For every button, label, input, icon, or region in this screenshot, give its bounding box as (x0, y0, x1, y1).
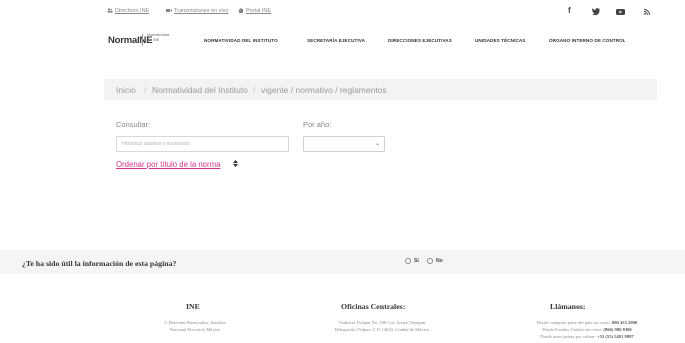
consultar-label: Consultar: (116, 120, 151, 129)
main-nav: NormaINE Normatividad del INE NORMATIVID… (0, 28, 685, 54)
footer-phone-line: Desde cualquier parte del país sin costo… (517, 319, 657, 326)
directorio-ine-link[interactable]: Directorio INE (107, 8, 149, 14)
nav-organo-interno-control[interactable]: ÓRGANO INTERNO DE CONTROL (549, 38, 626, 43)
footer-oficinas-title: Oficinas Centrales: (341, 302, 406, 311)
breadcrumb-inicio[interactable]: Inicio (116, 85, 136, 95)
nav-direcciones-ejecutivas[interactable]: DIRECCIONES EJECUTIVAS (388, 38, 452, 43)
search-input[interactable] (116, 136, 289, 152)
feedback-yes-label[interactable]: Sí (414, 258, 419, 264)
footer-phone-text: Desde Estados Unidos sin costo: (542, 327, 604, 332)
chevron-down-icon: ⌄ (374, 141, 380, 147)
sort-icon[interactable] (233, 160, 238, 169)
portal-ine-link[interactable]: Portal INE (238, 8, 271, 14)
footer-phone-number[interactable]: 800 433 2000 (612, 320, 637, 325)
footer-llamanos-title: Llámanos: (550, 302, 586, 311)
feedback-no-radio[interactable] (427, 258, 433, 264)
rss-icon[interactable] (643, 8, 650, 17)
utility-bar: Directorio INE Transmisiones en vivo Por… (0, 0, 685, 22)
home-icon (238, 8, 244, 13)
transmisiones-label: Transmisiones en vivo (174, 8, 229, 14)
feedback-no-label[interactable]: No (436, 258, 443, 264)
facebook-icon[interactable]: f (568, 6, 571, 15)
twitter-icon[interactable] (592, 8, 600, 17)
feedback-yes-radio[interactable] (405, 258, 411, 264)
breadcrumb-current: vigente / normativo / reglamentos (261, 85, 387, 95)
nav-unidades-tecnicas[interactable]: UNIDADES TÉCNICAS (475, 38, 525, 43)
breadcrumb-normatividad-instituto[interactable]: Normatividad del Instituto (152, 85, 248, 95)
footer-ine-line: Nacional Electoral, México (169, 327, 221, 332)
footer-phone-line: Desde Estados Unidos sin costo: (866) 98… (517, 326, 657, 333)
video-icon (166, 8, 172, 13)
youtube-icon[interactable] (616, 8, 625, 17)
breadcrumb-separator: / (253, 85, 256, 95)
transmisiones-link[interactable]: Transmisiones en vivo (166, 8, 229, 14)
logo-divider (142, 34, 143, 46)
footer-phone-line: Desde otros países por cobrar: +52 (55) … (517, 333, 657, 340)
footer-phone-text: Desde cualquier parte del país sin costo… (536, 320, 612, 325)
footer-oficinas-line: Viaducto Tlalpan No. 100 Col. Arenal Tep… (338, 320, 427, 325)
nav-normatividad-instituto[interactable]: NORMATIVIDAD DEL INSTITUTO (204, 38, 278, 43)
footer-phone-number[interactable]: +52 (55) 5481 9897 (597, 334, 634, 339)
feedback-question: ¿Te ha sido útil la información de esta … (22, 259, 177, 268)
footer-ine-line: © Derechos Reservados, Instituto (164, 320, 226, 325)
footer-phone-text: Desde otros países por cobrar: (540, 334, 598, 339)
portal-ine-label: Portal INE (246, 8, 272, 14)
users-icon (107, 8, 113, 13)
sort-by-title-link[interactable]: Ordenar por título de la norma (116, 160, 220, 169)
nav-secretaria-ejecutiva[interactable]: SECRETARÍA EJECUTIVA (307, 38, 365, 43)
breadcrumb: Inicio / Normatividad del Instituto / vi… (104, 79, 657, 100)
footer-oficinas-line: Delegación Tlalpan, C.P. 14610, Ciudad d… (334, 327, 431, 332)
breadcrumb-separator: / (144, 85, 147, 95)
normaine-logo[interactable]: NormaINE (108, 35, 153, 46)
logo-subtitle: Normatividad del INE (147, 33, 170, 42)
directorio-ine-label: Directorio INE (115, 8, 150, 14)
year-label: Por año: (303, 120, 332, 129)
footer-ine-title: INE (186, 302, 200, 311)
footer-phone-number[interactable]: (866) 986 8306 (603, 327, 631, 332)
feedback-bar: ¿Te ha sido útil la información de esta … (0, 250, 685, 274)
year-select[interactable]: ⌄ (303, 136, 385, 152)
